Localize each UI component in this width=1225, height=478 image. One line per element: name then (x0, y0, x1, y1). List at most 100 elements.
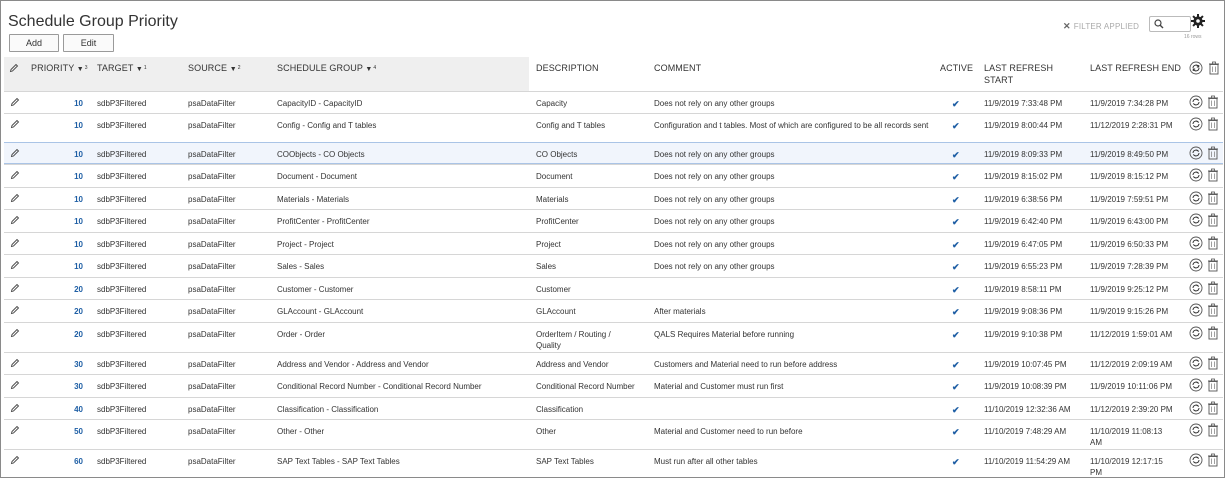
active-check-icon[interactable]: ✔ (952, 405, 960, 416)
active-check-icon[interactable]: ✔ (952, 150, 960, 161)
refresh-icon[interactable] (1189, 258, 1203, 272)
table-row[interactable]: 10 sdbP3Filtered psaDataFilter ProfitCen… (4, 209, 1223, 232)
refresh-icon[interactable] (1189, 236, 1203, 250)
trash-icon[interactable] (1207, 356, 1219, 370)
active-check-icon[interactable]: ✔ (952, 240, 960, 251)
filter-applied-indicator[interactable]: ✕ FILTER APPLIED (1063, 21, 1139, 32)
table-row-selected[interactable]: 10 sdbP3Filtered psaDataFilter COObjects… (4, 142, 1223, 164)
edit-pencil-icon[interactable] (10, 193, 20, 203)
trash-icon[interactable] (1207, 213, 1219, 227)
active-check-icon[interactable]: ✔ (952, 262, 960, 273)
table-row[interactable]: 20 sdbP3Filtered psaDataFilter Customer … (4, 277, 1223, 299)
table-row[interactable]: 10 sdbP3Filtered psaDataFilter Materials… (4, 187, 1223, 209)
table-row[interactable]: 50 sdbP3Filtered psaDataFilter Other - O… (4, 419, 1223, 449)
trash-icon[interactable] (1207, 423, 1219, 437)
trash-icon[interactable] (1207, 236, 1219, 250)
trash-icon[interactable] (1207, 401, 1219, 415)
refresh-icon[interactable] (1189, 356, 1203, 370)
refresh-icon[interactable] (1189, 303, 1203, 317)
search-input[interactable] (1149, 16, 1191, 32)
edit-button[interactable]: Edit (63, 34, 114, 52)
trash-icon[interactable] (1207, 303, 1219, 317)
col-active-header[interactable]: ACTIVE (940, 62, 973, 74)
active-check-icon[interactable]: ✔ (952, 99, 960, 110)
trash-icon[interactable] (1207, 326, 1219, 340)
edit-pencil-icon[interactable] (10, 380, 20, 390)
edit-pencil-icon[interactable] (10, 358, 20, 368)
edit-pencil-icon[interactable] (10, 119, 20, 129)
table-row[interactable]: 20 sdbP3Filtered psaDataFilter Order - O… (4, 322, 1223, 352)
trash-icon[interactable] (1207, 258, 1219, 272)
active-check-icon[interactable]: ✔ (952, 172, 960, 183)
refresh-icon[interactable] (1189, 423, 1203, 437)
trash-icon[interactable] (1207, 168, 1219, 182)
table-row[interactable]: 10 sdbP3Filtered psaDataFilter Document … (4, 164, 1223, 187)
trash-icon[interactable] (1207, 281, 1219, 295)
gear-icon[interactable] (1190, 13, 1206, 29)
clear-filter-icon[interactable]: ✕ (1063, 21, 1071, 32)
refresh-icon[interactable] (1189, 95, 1203, 109)
edit-pencil-icon[interactable] (10, 97, 20, 107)
col-target-header[interactable]: TARGET ▼1 (97, 62, 147, 76)
table-row[interactable]: 40 sdbP3Filtered psaDataFilter Classific… (4, 397, 1223, 419)
active-check-icon[interactable]: ✔ (952, 427, 960, 438)
table-row[interactable]: 60 sdbP3Filtered psaDataFilter SAP Text … (4, 449, 1223, 477)
col-schedule-group-header[interactable]: SCHEDULE GROUP ▼4 (277, 62, 376, 76)
col-source-header[interactable]: SOURCE ▼2 (188, 62, 241, 76)
active-check-icon[interactable]: ✔ (952, 330, 960, 341)
edit-pencil-icon[interactable] (10, 260, 20, 270)
edit-pencil-icon[interactable] (10, 403, 20, 413)
table-row[interactable]: 10 sdbP3Filtered psaDataFilter CapacityI… (4, 91, 1223, 113)
edit-pencil-icon[interactable] (10, 238, 20, 248)
col-description-header[interactable]: DESCRIPTION (536, 62, 599, 74)
table-row[interactable]: 10 sdbP3Filtered psaDataFilter Project -… (4, 232, 1223, 254)
active-check-icon[interactable]: ✔ (952, 457, 960, 468)
trash-icon[interactable] (1207, 146, 1219, 160)
edit-pencil-icon[interactable] (10, 425, 20, 435)
cell-priority: 60 (74, 457, 83, 466)
active-check-icon[interactable]: ✔ (952, 360, 960, 371)
refresh-icon[interactable] (1189, 281, 1203, 295)
col-priority-header[interactable]: PRIORITY ▼3 (31, 62, 88, 76)
col-refresh-start-header[interactable]: LAST REFRESH START (984, 62, 1053, 86)
refresh-icon[interactable] (1189, 401, 1203, 415)
refresh-icon[interactable] (1189, 326, 1203, 340)
add-button[interactable]: Add (9, 34, 59, 52)
refresh-icon[interactable] (1189, 168, 1203, 182)
table-row[interactable]: 30 sdbP3Filtered psaDataFilter Condition… (4, 374, 1223, 397)
cell-refresh-end: 11/12/2019 2:28:31 PM (1090, 121, 1173, 130)
edit-pencil-icon[interactable] (10, 455, 20, 465)
trash-all-icon[interactable] (1208, 61, 1220, 75)
refresh-icon[interactable] (1189, 453, 1203, 467)
col-refresh-end-header[interactable]: LAST REFRESH END (1090, 62, 1181, 74)
active-check-icon[interactable]: ✔ (952, 121, 960, 132)
edit-pencil-icon[interactable] (10, 283, 20, 293)
edit-pencil-icon[interactable] (10, 215, 20, 225)
edit-pencil-icon[interactable] (10, 328, 20, 338)
refresh-icon[interactable] (1189, 146, 1203, 160)
active-check-icon[interactable]: ✔ (952, 195, 960, 206)
refresh-all-icon[interactable] (1189, 61, 1203, 75)
active-check-icon[interactable]: ✔ (952, 217, 960, 228)
edit-pencil-icon[interactable] (10, 170, 20, 180)
active-check-icon[interactable]: ✔ (952, 307, 960, 318)
edit-pencil-icon[interactable] (10, 305, 20, 315)
trash-icon[interactable] (1207, 95, 1219, 109)
active-check-icon[interactable]: ✔ (952, 285, 960, 296)
trash-icon[interactable] (1207, 378, 1219, 392)
refresh-icon[interactable] (1189, 191, 1203, 205)
trash-icon[interactable] (1207, 117, 1219, 131)
table-row[interactable]: 10 sdbP3Filtered psaDataFilter Sales - S… (4, 254, 1223, 277)
refresh-icon[interactable] (1189, 378, 1203, 392)
col-comment-header[interactable]: COMMENT (654, 62, 701, 74)
trash-icon[interactable] (1207, 453, 1219, 467)
cell-refresh-start: 11/9/2019 6:55:23 PM (984, 262, 1063, 271)
refresh-icon[interactable] (1189, 117, 1203, 131)
refresh-icon[interactable] (1189, 213, 1203, 227)
trash-icon[interactable] (1207, 191, 1219, 205)
active-check-icon[interactable]: ✔ (952, 382, 960, 393)
table-row[interactable]: 10 sdbP3Filtered psaDataFilter Config - … (4, 113, 1223, 142)
edit-pencil-icon[interactable] (10, 148, 20, 158)
table-row[interactable]: 20 sdbP3Filtered psaDataFilter GLAccount… (4, 299, 1223, 322)
table-row[interactable]: 30 sdbP3Filtered psaDataFilter Address a… (4, 352, 1223, 374)
